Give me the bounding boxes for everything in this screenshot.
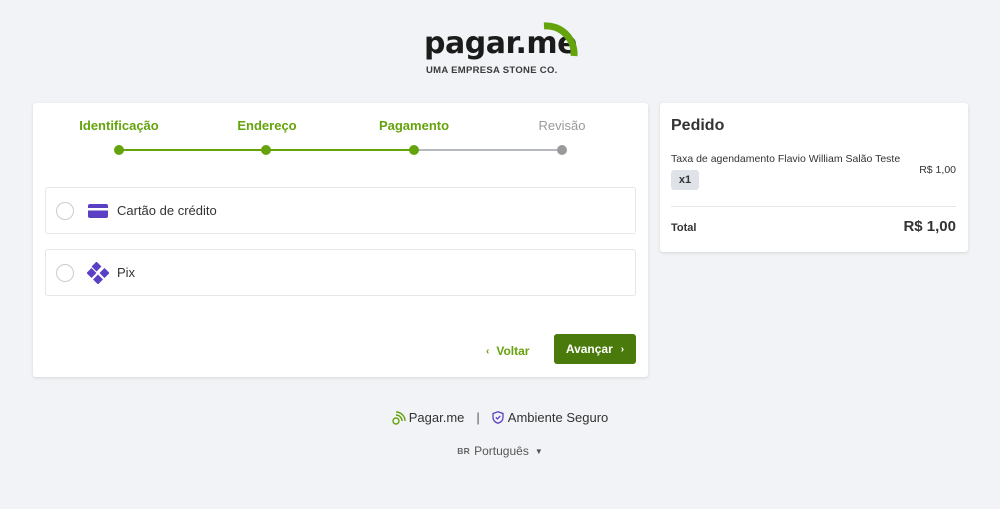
order-title: Pedido — [671, 117, 725, 134]
step-dot-revisao — [557, 145, 567, 155]
step-endereco: Endereço — [237, 118, 297, 133]
next-button[interactable]: Avançar › — [554, 334, 636, 364]
footer: Pagar.me | Ambiente Seguro — [0, 410, 1000, 425]
pagarme-logo: pagar.me UMA EMPRESA STONE CO. — [424, 16, 584, 78]
progress-stepper: Identificação Endereço Pagamento Revisão — [33, 103, 648, 163]
caret-down-icon: ▼ — [534, 446, 543, 456]
step-identificacao: Identificação — [79, 118, 159, 133]
order-item-price: R$ 1,00 — [919, 164, 956, 176]
order-summary-card: Pedido Taxa de agendamento Flavio Willia… — [660, 103, 968, 252]
pix-radio[interactable] — [56, 263, 74, 282]
step-pagamento: Pagamento — [378, 118, 450, 133]
language-label: Português — [474, 444, 529, 458]
credit-card-radio[interactable] — [56, 201, 74, 220]
language-selector[interactable]: BR Português ▼ — [0, 444, 1000, 458]
order-total-label: Total — [671, 222, 697, 234]
credit-card-icon — [86, 199, 110, 223]
pagarme-leaf-icon — [392, 410, 406, 425]
pagarme-footer-label: Pagar.me — [408, 410, 465, 425]
step-dot-identificacao — [114, 145, 124, 155]
step-dot-pagamento — [409, 145, 419, 155]
step-dot-endereco — [261, 145, 271, 155]
credit-card-label: Cartão de crédito — [117, 203, 217, 218]
order-item-qty-badge: x1 — [671, 170, 699, 190]
pagarme-footer-link[interactable]: Pagar.me — [392, 410, 465, 425]
checkout-card: Identificação Endereço Pagamento Revisão… — [33, 103, 648, 377]
logo-arc-icon — [543, 22, 578, 57]
payment-option-pix[interactable]: Pix — [45, 249, 636, 296]
footer-separator: | — [476, 410, 480, 425]
order-divider — [671, 206, 956, 207]
language-flag-code: BR — [457, 446, 471, 456]
secure-environment-link[interactable]: Ambiente Seguro — [492, 410, 608, 425]
step-line-pending — [414, 149, 562, 151]
back-button[interactable]: ‹ Voltar — [486, 339, 529, 363]
chevron-left-icon: ‹ — [486, 345, 490, 357]
step-revisao: Revisão — [538, 118, 586, 133]
next-button-label: Avançar — [565, 342, 613, 356]
payment-option-credit-card[interactable]: Cartão de crédito — [45, 187, 636, 234]
back-button-label: Voltar — [496, 344, 530, 358]
pix-label: Pix — [117, 265, 136, 280]
pix-icon — [86, 261, 110, 285]
shield-icon — [492, 411, 504, 424]
secure-environment-label: Ambiente Seguro — [507, 410, 609, 425]
order-total-value: R$ 1,00 — [903, 218, 956, 235]
chevron-right-icon: › — [620, 343, 625, 355]
order-item-name: Taxa de agendamento Flavio William Salão… — [671, 153, 901, 165]
logo-tagline: UMA EMPRESA STONE CO. — [426, 65, 558, 76]
